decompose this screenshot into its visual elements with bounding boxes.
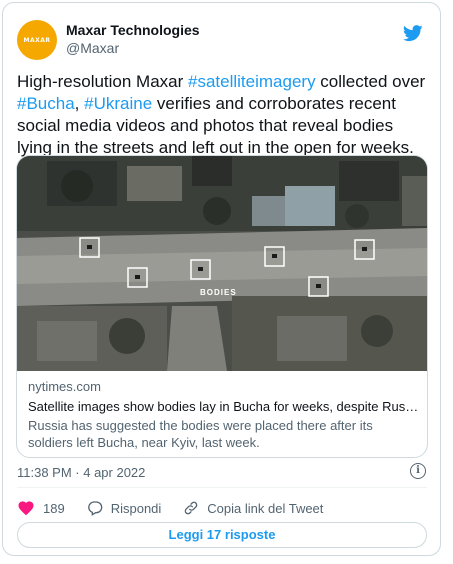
reply-label: Rispondi: [110, 500, 162, 516]
author-name[interactable]: Maxar Technologies: [66, 22, 200, 38]
tweet-text-part: High-resolution Maxar: [17, 72, 189, 91]
read-replies-button[interactable]: Leggi 17 risposte: [17, 522, 427, 548]
author-handle[interactable]: @Maxar: [66, 40, 119, 56]
avatar[interactable]: MAXAR: [17, 20, 57, 60]
twitter-bird-icon[interactable]: [402, 23, 424, 43]
tweet-card[interactable]: MAXAR Maxar Technologies @Maxar High-res…: [2, 2, 441, 556]
tweet-text-part: ,: [74, 94, 85, 113]
card-description: Russia has suggested the bodies were pla…: [28, 418, 373, 450]
card-body[interactable]: nytimes.com Satellite images show bodies…: [28, 378, 420, 451]
link-icon: [184, 501, 198, 515]
copy-link-button[interactable]: Copia link del Tweet: [183, 500, 323, 516]
hashtag-satelliteimagery[interactable]: #satelliteimagery: [188, 72, 316, 91]
tweet-timestamp[interactable]: 11:38 PM · 4 apr 2022: [17, 465, 145, 480]
copy-link-label: Copia link del Tweet: [207, 500, 324, 516]
tweet-text: High-resolution Maxar #satelliteimagery …: [17, 71, 427, 159]
heart-icon: [18, 501, 34, 516]
satellite-image[interactable]: BODIES: [17, 156, 428, 371]
info-icon[interactable]: i: [410, 463, 426, 479]
reply-button[interactable]: Rispondi: [87, 500, 162, 516]
link-card[interactable]: BODIES nytimes.com Satellite images show…: [16, 155, 428, 458]
image-label: BODIES: [200, 288, 237, 297]
card-title[interactable]: Satellite images show bodies lay in Buch…: [28, 398, 420, 415]
reply-icon: [87, 501, 102, 516]
hashtag-bucha[interactable]: #Bucha: [17, 94, 75, 113]
avatar-logo-text: MAXAR: [23, 36, 51, 44]
hashtag-ukraine[interactable]: #Ukraine: [84, 94, 152, 113]
tweet-text-part: collected over: [315, 72, 426, 91]
like-button[interactable]: 189: [17, 499, 65, 517]
action-bar: 189 Rispondi Copia link del Tweet: [17, 499, 345, 517]
like-count: 189: [43, 500, 65, 516]
divider: [17, 487, 427, 488]
card-domain: nytimes.com: [28, 379, 101, 394]
